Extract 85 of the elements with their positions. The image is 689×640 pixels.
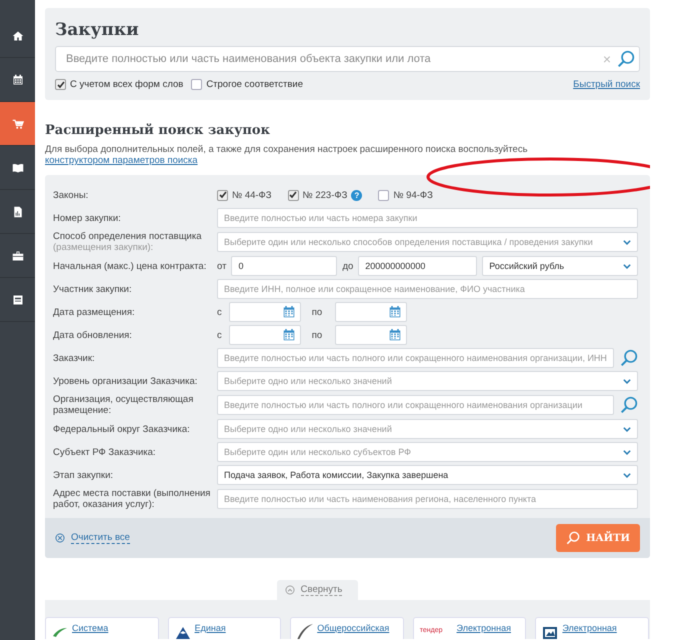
partner-card[interactable]: Единая [168, 617, 282, 639]
search-icon[interactable] [617, 50, 635, 68]
field-label: Начальная (макс.) цена контракта: [53, 260, 208, 272]
swoosh-logo-icon [297, 624, 314, 639]
section-title: Расширенный поиск закупок [45, 123, 271, 138]
input-field[interactable]: Введите полностью или часть наименования региона, населенного пункта [217, 489, 638, 509]
checkbox[interactable] [55, 79, 66, 90]
partner-link[interactable]: Система [72, 623, 108, 633]
select-field[interactable]: Выберите один или несколько субъектов РФ [217, 442, 638, 462]
date-field[interactable] [228, 302, 301, 322]
field-label: Номер закупки: [53, 212, 122, 224]
field-label: Субъект РФ Заказчика: [53, 446, 157, 458]
help-icon[interactable]: ? [351, 190, 362, 200]
partner-link[interactable]: Электронная [456, 623, 511, 633]
select-field[interactable]: Выберите одно или несколько значений [217, 371, 638, 391]
input-field[interactable]: Введите ИНН, полное или сокращенное наименование, ФИО участника [217, 279, 638, 299]
checkbox[interactable] [288, 190, 299, 200]
to-label: до [342, 260, 354, 272]
info-text: Для выбора дополнительных полей, а также для сохранения настроек расширенного поиска воспользуйтесь конструктором параметров поиска [45, 144, 529, 166]
calendar-icon [12, 74, 24, 86]
collapse-icon [284, 585, 295, 595]
checkbox[interactable] [378, 190, 390, 200]
from-label: от [217, 260, 226, 272]
partner-card[interactable]: Электронная [535, 617, 649, 639]
field-label: Законы: [53, 190, 90, 200]
select-field[interactable]: Выберите один или несколько способов определения поставщика / проведения закупки [217, 232, 638, 252]
select-field[interactable]: Выберите одно или несколько значений [217, 419, 638, 439]
document-icon [12, 206, 24, 218]
field-label: Федеральный округ Заказчика: [53, 424, 191, 434]
card-icon [12, 294, 24, 306]
constructor-link[interactable]: конструктором параметров поиска [45, 155, 198, 166]
input-field[interactable]: Введите полностью или часть номера закупки [217, 208, 638, 228]
partner-card[interactable]: Система [45, 617, 159, 639]
input-field[interactable]: Введите полностью или часть полного или сокращенного наименования организации [217, 395, 614, 415]
from-label: с [217, 330, 222, 340]
currency-select[interactable]: Российский рубль [482, 256, 638, 276]
date-field[interactable] [335, 325, 408, 345]
clear-all-link[interactable]: Очистить все [71, 532, 130, 544]
frame-logo-icon [542, 624, 558, 639]
house-icon [12, 30, 24, 42]
field-label: Заказчик: [53, 352, 96, 364]
field-label: Участник закупки: [53, 284, 133, 294]
partner-link[interactable]: Электронная [562, 623, 617, 633]
field-label: Адрес места поставки (выполнения работ, оказания услуг): [53, 488, 212, 510]
search-icon[interactable] [620, 396, 638, 414]
select-field[interactable]: Подача заявок, Работа комиссии, Закупка завершена [217, 465, 638, 485]
partner-link[interactable]: Единая [194, 623, 226, 633]
partner-link[interactable]: Общероссийская [317, 623, 390, 633]
date-field[interactable] [228, 325, 301, 345]
find-button[interactable]: НАЙТИ [556, 524, 640, 552]
calendar-icon [282, 306, 295, 318]
checkbox-label: Строгое соответствие [206, 79, 304, 90]
quick-search-link[interactable]: Быстрый поиск [573, 79, 640, 90]
from-label: с [217, 306, 222, 318]
input-field[interactable]: 200000000000 [358, 256, 478, 276]
partner-card[interactable]: Общероссийская [290, 617, 404, 639]
input-field[interactable]: Введите полностью или часть полного или сокращенного наименования организации, ИНН [217, 348, 614, 368]
checkbox[interactable] [191, 79, 202, 90]
search-icon[interactable] [620, 349, 638, 367]
date-field[interactable] [335, 302, 408, 322]
cart-icon [12, 118, 24, 130]
checkbox-label: № 94-ФЗ [393, 190, 433, 200]
checkbox-label: № 44-ФЗ [232, 190, 272, 200]
field-label: Дата размещения: [53, 306, 136, 318]
calendar-icon [389, 329, 402, 341]
field-label: Способ определения поставщика (размещения закупки): [53, 231, 202, 253]
field-label: Дата обновления: [53, 330, 133, 340]
clear-icon [55, 533, 65, 543]
checkbox[interactable] [217, 190, 228, 200]
sidebar-item[interactable] [0, 102, 35, 146]
to-label: по [312, 330, 322, 340]
briefcase-icon [12, 250, 24, 262]
field-label: Этап закупки: [53, 470, 114, 480]
search-icon [566, 531, 580, 545]
input-field[interactable]: 0 [231, 256, 338, 276]
checkbox-label: № 223-ФЗ [302, 190, 348, 200]
page-title: Закупки [55, 20, 140, 40]
checkbox-label: С учетом всех форм слов [70, 79, 184, 90]
book-icon [12, 162, 24, 174]
field-label: Организация, осуществляющая размещение: [53, 394, 194, 416]
to-label: по [312, 306, 322, 318]
calendar-icon [389, 306, 402, 318]
field-label: Уровень организации Заказчика: [53, 376, 198, 386]
collapse-tab[interactable]: Свернуть [276, 580, 358, 600]
calendar-icon [282, 329, 295, 341]
